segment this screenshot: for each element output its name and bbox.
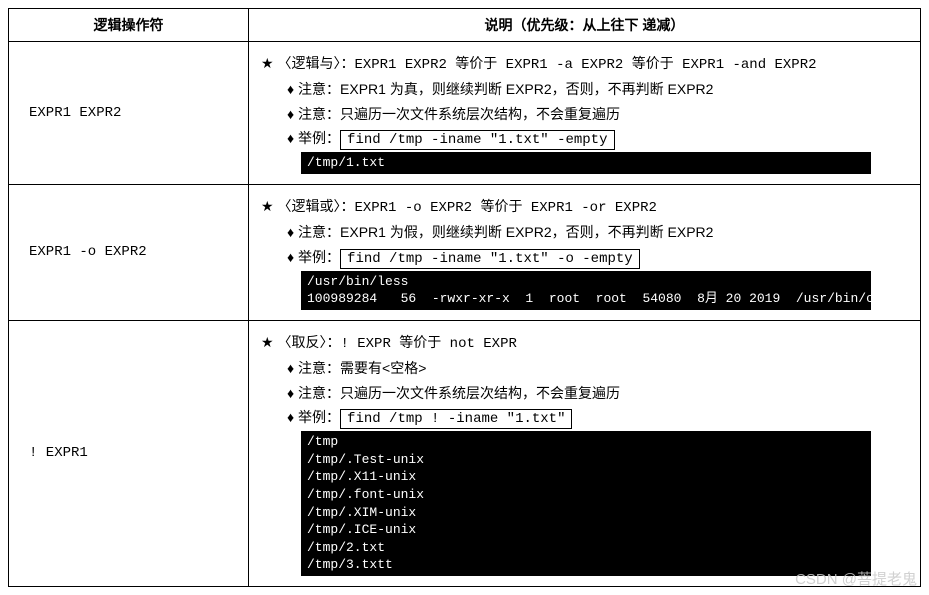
description-cell: 〈逻辑与〉：EXPR1 EXPR2 等价于 EXPR1 -a EXPR2 等价于… [249, 42, 921, 185]
operator-cell: EXPR1 -o EXPR2 [9, 184, 249, 320]
description-cell: 〈逻辑或〉：EXPR1 -o EXPR2 等价于 EXPR1 -or EXPR2… [249, 184, 921, 320]
note-item: 注意：需要有<空格> [287, 357, 908, 379]
example-item: 举例：find /tmp ! -iname "1.txt" [287, 406, 908, 429]
example-item: 举例：find /tmp -iname "1.txt" -empty [287, 127, 908, 150]
operator-cell: EXPR1 EXPR2 [9, 42, 249, 185]
command-box: find /tmp -iname "1.txt" -o -empty [340, 249, 640, 269]
command-box: find /tmp -iname "1.txt" -empty [340, 130, 614, 150]
header-description: 说明（优先级：从上往下 递减） [249, 9, 921, 42]
note-item: 注意：只遍历一次文件系统层次结构，不会重复遍历 [287, 103, 908, 125]
header-operator: 逻辑操作符 [9, 9, 249, 42]
table-row: ! EXPR1 〈取反〉：! EXPR 等价于 not EXPR 注意：需要有<… [9, 320, 921, 586]
command-box: find /tmp ! -iname "1.txt" [340, 409, 572, 429]
star-item: 〈逻辑与〉：EXPR1 EXPR2 等价于 EXPR1 -a EXPR2 等价于… [261, 52, 908, 76]
table-row: EXPR1 EXPR2 〈逻辑与〉：EXPR1 EXPR2 等价于 EXPR1 … [9, 42, 921, 185]
description-cell: 〈取反〉：! EXPR 等价于 not EXPR 注意：需要有<空格> 注意：只… [249, 320, 921, 586]
operator-cell: ! EXPR1 [9, 320, 249, 586]
note-item: 注意：只遍历一次文件系统层次结构，不会重复遍历 [287, 382, 908, 404]
terminal-output: /tmp/1.txt [301, 152, 871, 174]
example-item: 举例：find /tmp -iname "1.txt" -o -empty [287, 246, 908, 269]
note-item: 注意：EXPR1 为真，则继续判断 EXPR2，否则，不再判断 EXPR2 [287, 78, 908, 100]
star-item: 〈逻辑或〉：EXPR1 -o EXPR2 等价于 EXPR1 -or EXPR2 [261, 195, 908, 219]
note-item: 注意：EXPR1 为假，则继续判断 EXPR2，否则，不再判断 EXPR2 [287, 221, 908, 243]
star-item: 〈取反〉：! EXPR 等价于 not EXPR [261, 331, 908, 355]
terminal-output: /tmp /tmp/.Test-unix /tmp/.X11-unix /tmp… [301, 431, 871, 575]
table-row: EXPR1 -o EXPR2 〈逻辑或〉：EXPR1 -o EXPR2 等价于 … [9, 184, 921, 320]
terminal-output: /usr/bin/less 100989284 56 -rwxr-xr-x 1 … [301, 271, 871, 310]
